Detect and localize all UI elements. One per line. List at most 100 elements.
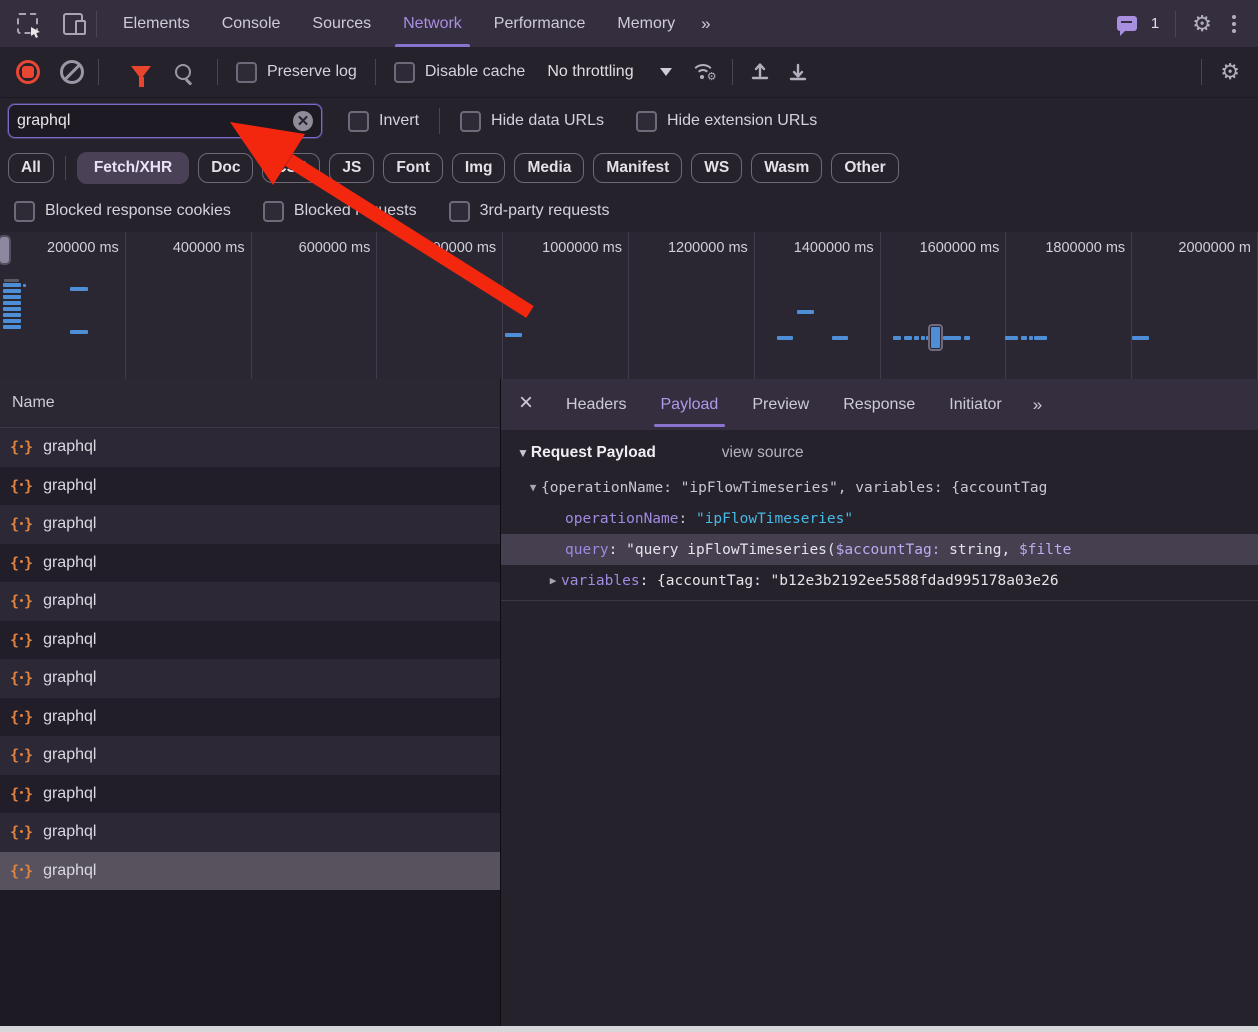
timeline-column: 2000000 m (1132, 232, 1258, 379)
hide-data-urls-checkbox-row[interactable]: Hide data URLs (460, 111, 604, 132)
waterfall-bar (3, 283, 21, 287)
details-tab-headers[interactable]: Headers (549, 379, 643, 430)
details-tab-response[interactable]: Response (826, 379, 932, 430)
request-row[interactable]: {}graphql (0, 428, 500, 467)
invert-checkbox[interactable] (348, 111, 369, 132)
network-toolbar: Preserve log Disable cache No throttling… (0, 47, 1258, 98)
chip-fetch-xhr[interactable]: Fetch/XHR (77, 152, 189, 184)
blocked-response-cookies-checkbox[interactable] (14, 201, 35, 222)
hide-extension-urls-checkbox[interactable] (636, 111, 657, 132)
hide-data-urls-checkbox[interactable] (460, 111, 481, 132)
payload-summary-line[interactable]: ▼ {operationName: "ipFlowTimeseries", va… (501, 472, 1258, 503)
chip-img[interactable]: Img (452, 153, 506, 183)
name-column-header[interactable]: Name (0, 379, 500, 428)
settings-gear-icon[interactable]: ⚙ (1192, 13, 1212, 35)
request-row[interactable]: {}graphql (0, 582, 500, 621)
overview-scroll-handle[interactable] (0, 235, 11, 265)
blocked-requests-checkbox[interactable] (263, 201, 284, 222)
tab-performance[interactable]: Performance (478, 0, 602, 47)
hide-extension-urls-checkbox-row[interactable]: Hide extension URLs (636, 111, 817, 132)
throttling-select[interactable]: No throttling (547, 63, 671, 81)
request-row[interactable]: {}graphql (0, 659, 500, 698)
request-row[interactable]: {}graphql (0, 505, 500, 544)
chip-wasm[interactable]: Wasm (751, 153, 822, 183)
view-source-link[interactable]: view source (722, 444, 804, 462)
close-details-icon[interactable]: × (501, 389, 549, 420)
request-name: graphql (43, 785, 96, 803)
request-row[interactable]: {}graphql (0, 621, 500, 660)
collapse-triangle-icon[interactable]: ▼ (517, 446, 529, 460)
preserve-log-checkbox[interactable] (236, 62, 257, 83)
timeline-column: 1600000 ms (881, 232, 1007, 379)
record-button[interactable] (16, 60, 40, 84)
kebab-menu-icon[interactable] (1226, 13, 1242, 35)
chip-font[interactable]: Font (383, 153, 443, 183)
timeline-tick-label: 1200000 ms (668, 240, 748, 256)
json-braces-icon: {} (10, 746, 33, 764)
divider (96, 11, 97, 37)
request-name: graphql (43, 862, 96, 880)
request-row[interactable]: {}graphql (0, 467, 500, 506)
disable-cache-checkbox[interactable] (394, 62, 415, 83)
main-tabs: ElementsConsoleSourcesNetworkPerformance… (107, 0, 691, 47)
timeline-column: 800000 ms (377, 232, 503, 379)
window-bottom-edge (0, 1026, 1258, 1032)
issues-icon[interactable] (1117, 16, 1137, 31)
timeline-tick-label: 200000 ms (47, 240, 119, 256)
request-row[interactable]: {}graphql (0, 698, 500, 737)
chip-other[interactable]: Other (831, 153, 898, 183)
clear-network-log-button[interactable] (60, 60, 84, 84)
filter-icon[interactable] (131, 66, 151, 79)
inspect-element-icon[interactable] (14, 11, 40, 37)
expand-triangle-icon[interactable]: ▼ (525, 481, 541, 494)
more-tabs-icon[interactable]: » (691, 14, 718, 34)
request-row[interactable]: {}graphql (0, 775, 500, 814)
tab-network[interactable]: Network (387, 0, 478, 47)
details-tab-initiator[interactable]: Initiator (932, 379, 1018, 430)
third-party-requests-row[interactable]: 3rd-party requests (449, 201, 610, 222)
chip-css[interactable]: CSS (262, 153, 320, 183)
tab-memory[interactable]: Memory (601, 0, 691, 47)
request-name: graphql (43, 631, 96, 649)
network-overview-timeline[interactable]: 200000 ms400000 ms600000 ms800000 ms1000… (0, 232, 1258, 380)
details-tab-preview[interactable]: Preview (735, 379, 826, 430)
divider (732, 59, 733, 85)
export-har-icon[interactable] (787, 61, 809, 83)
chip-doc[interactable]: Doc (198, 153, 253, 183)
device-toolbar-icon[interactable] (60, 11, 86, 37)
blocked-response-cookies-row[interactable]: Blocked response cookies (14, 201, 231, 222)
chip-manifest[interactable]: Manifest (593, 153, 682, 183)
chip-all[interactable]: All (8, 153, 54, 183)
chip-js[interactable]: JS (329, 153, 374, 183)
import-har-icon[interactable] (749, 61, 771, 83)
request-row[interactable]: {}graphql (0, 852, 500, 891)
payload-operation-name-line[interactable]: operationName: "ipFlowTimeseries" (501, 503, 1258, 534)
network-conditions-icon[interactable]: ⚙ (690, 62, 716, 82)
third-party-requests-checkbox[interactable] (449, 201, 470, 222)
clear-filter-icon[interactable]: ✕ (293, 111, 313, 131)
waterfall-bar (70, 287, 88, 291)
disable-cache-checkbox-row[interactable]: Disable cache (394, 62, 526, 83)
tab-console[interactable]: Console (206, 0, 297, 47)
payload-variables-line[interactable]: ▶ variables: {accountTag: "b12e3b2192ee5… (501, 565, 1258, 596)
invert-checkbox-row[interactable]: Invert (348, 111, 419, 132)
preserve-log-checkbox-row[interactable]: Preserve log (236, 62, 357, 83)
waterfall-bar (921, 336, 925, 340)
chip-media[interactable]: Media (514, 153, 584, 183)
request-row[interactable]: {}graphql (0, 813, 500, 852)
request-row[interactable]: {}graphql (0, 544, 500, 583)
filter-input[interactable]: graphql ✕ (8, 104, 322, 138)
chip-ws[interactable]: WS (691, 153, 742, 183)
search-icon[interactable] (175, 64, 191, 80)
payload-query-line[interactable]: query: "query ipFlowTimeseries($accountT… (501, 534, 1258, 565)
tab-sources[interactable]: Sources (296, 0, 387, 47)
request-row[interactable]: {}graphql (0, 736, 500, 775)
details-tab-payload[interactable]: Payload (644, 379, 736, 430)
details-more-tabs-icon[interactable]: » (1023, 395, 1050, 415)
request-name: graphql (43, 438, 96, 456)
expand-triangle-icon[interactable]: ▶ (545, 574, 561, 587)
network-settings-gear-icon[interactable]: ⚙ (1220, 61, 1240, 83)
blocked-requests-row[interactable]: Blocked requests (263, 201, 417, 222)
json-braces-icon: {} (10, 592, 33, 610)
tab-elements[interactable]: Elements (107, 0, 206, 47)
